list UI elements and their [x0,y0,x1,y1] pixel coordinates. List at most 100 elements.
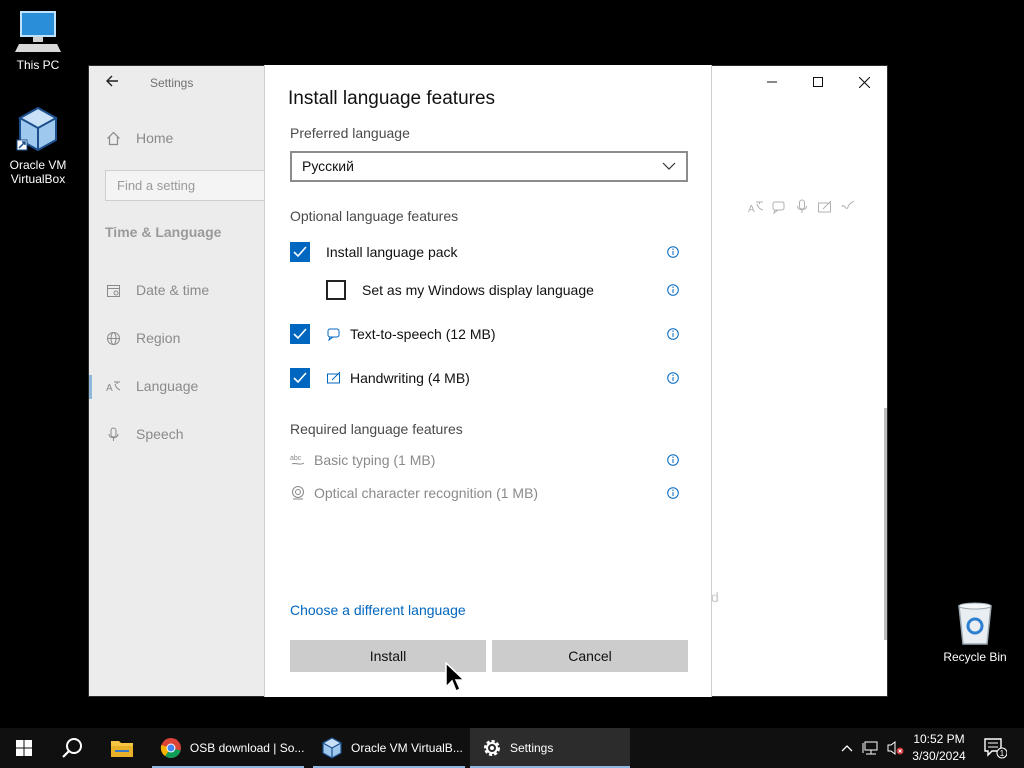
abc-icon: abc [290,452,308,468]
network-tray-icon[interactable] [860,728,882,768]
window-controls [749,66,887,98]
info-icon[interactable] [667,372,679,384]
taskbar-app-settings[interactable]: Settings [470,728,630,768]
virtualbox-icon [321,737,343,759]
home-icon [105,131,121,146]
nav-item-region[interactable]: Region [105,330,180,346]
language-feature-icons: A [747,198,857,216]
checkbox-handwriting[interactable] [290,368,310,388]
chevron-down-icon [662,162,676,170]
svg-text:A: A [748,204,755,215]
desktop-icon-this-pc[interactable]: This PC [2,10,74,72]
nav-item-label: Home [136,130,174,146]
preferred-language-dropdown[interactable]: Русский [290,151,688,182]
nav-item-home[interactable]: Home [105,130,173,146]
taskbar-app-chrome[interactable]: OSB download | So... [152,728,304,768]
scrollbar[interactable] [884,408,887,640]
optional-features-label: Optional language features [290,208,459,224]
chevron-up-icon [841,745,853,752]
desktop-icon-label: Recycle Bin [943,650,1007,664]
nav-item-label: Speech [136,426,184,442]
volume-tray-icon[interactable] [884,728,906,768]
search-button[interactable] [48,728,96,768]
taskbar-app-label: OSB download | So... [189,741,304,755]
maximize-button[interactable] [795,66,841,98]
checkbox-install-language-pack[interactable] [290,242,310,262]
camera-icon [290,485,308,501]
virtualbox-icon [16,106,59,152]
desktop-icon-label-line1: Oracle VM [9,158,67,172]
checkmark-icon [293,246,307,258]
notification-count: 1 [1000,749,1005,758]
taskbar-app-label: Settings [510,741,554,755]
desktop-icon-virtualbox[interactable]: Oracle VM VirtualBox [2,106,74,186]
taskbar: OSB download | So... Oracle VM VirtualB.… [0,728,1024,768]
option-label: Handwriting (4 MB) [350,370,470,386]
file-explorer-button[interactable] [98,728,146,768]
settings-nav-pane: Settings Home Find a setting Time & Lang… [89,66,275,696]
nav-item-date-time[interactable]: Date & time [105,282,209,298]
option-label: Install language pack [326,244,458,260]
clock[interactable]: 10:52 PM 3/30/2024 [904,731,974,765]
dialog-title: Install language features [288,88,496,109]
search-input[interactable]: Find a setting [105,170,275,201]
maximize-icon [813,77,823,87]
option-text-to-speech: Text-to-speech (12 MB) [290,322,688,346]
desktop-icon-recycle-bin[interactable]: Recycle Bin [939,602,1011,664]
svg-text:A: A [106,383,113,394]
option-label: Set as my Windows display language [362,282,594,298]
info-icon[interactable] [667,328,679,340]
option-install-language-pack: Install language pack [290,240,688,264]
selection-indicator [89,375,92,399]
speech-bubble-icon [770,198,788,216]
desktop-icon-label-line2: VirtualBox [10,172,66,186]
cancel-button[interactable]: Cancel [492,640,688,672]
back-arrow-icon[interactable] [105,74,119,93]
notification-icon: 1 [984,738,1007,759]
dropdown-value: Русский [302,158,354,174]
chrome-icon [160,738,181,758]
required-features-label: Required language features [290,421,463,437]
required-label: Optical character recognition (1 MB) [314,485,539,501]
folder-icon [111,741,133,757]
nav-item-speech[interactable]: Speech [105,426,183,442]
nav-item-label: Language [136,378,199,394]
speech-bubble-icon [326,326,344,342]
checkbox-text-to-speech[interactable] [290,324,310,344]
start-button[interactable] [0,728,48,768]
background-partial-text: d [711,589,719,605]
recycle-bin-icon [958,602,992,645]
option-label: Text-to-speech (12 MB) [350,326,496,342]
app-title: Settings [150,76,194,90]
speaker-muted-icon [887,741,904,755]
section-heading: Time & Language [105,224,222,240]
desktop-icon-label: This PC [16,58,60,72]
info-icon[interactable] [667,246,679,258]
mouse-cursor-icon [445,662,465,693]
pen-pad-icon [816,198,834,216]
nav-item-label: Region [136,330,181,346]
show-hidden-icons-button[interactable] [838,728,856,768]
calendar-icon [105,283,121,298]
microphone-icon [793,198,811,216]
choose-language-link[interactable]: Choose a different language [290,602,466,618]
windows-logo-icon [16,740,32,756]
checkbox-display-language[interactable] [326,280,346,300]
info-icon[interactable] [667,487,679,499]
option-display-language: Set as my Windows display language [326,278,688,302]
preferred-language-label: Preferred language [290,125,410,141]
taskbar-app-virtualbox[interactable]: Oracle VM VirtualB... [313,728,465,768]
action-center-button[interactable]: 1 [978,728,1012,768]
language-icon: A [747,198,765,216]
close-icon [858,76,870,88]
handwriting-icon [839,198,857,216]
minimize-button[interactable] [749,66,795,98]
required-basic-typing: abc Basic typing (1 MB) [290,450,688,470]
nav-item-language[interactable]: A Language [105,378,199,394]
info-icon[interactable] [667,454,679,466]
info-icon[interactable] [667,284,679,296]
computer-icon [15,11,61,52]
close-button[interactable] [841,66,887,98]
required-label: Basic typing (1 MB) [314,452,436,468]
checkmark-icon [293,328,307,340]
